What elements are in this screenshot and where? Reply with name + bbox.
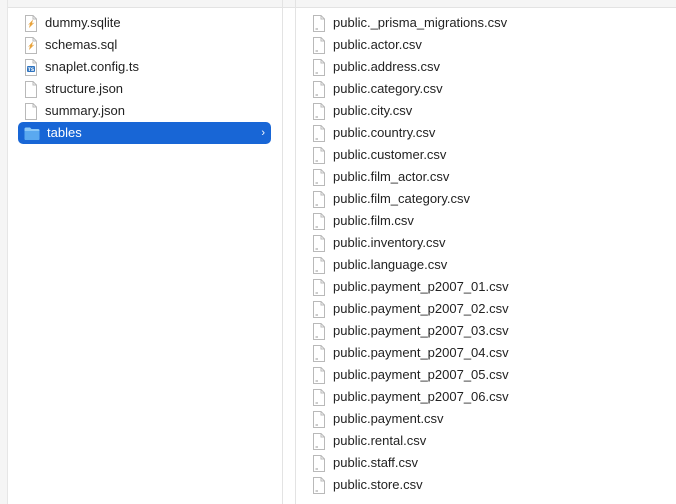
csv-file-icon bbox=[312, 278, 326, 296]
csv-file-row[interactable]: public.city.csv bbox=[306, 100, 666, 122]
csv-file-row[interactable]: public.country.csv bbox=[306, 122, 666, 144]
csv-file-icon bbox=[312, 454, 326, 472]
csv-file-row[interactable]: public.film_category.csv bbox=[306, 188, 666, 210]
sqlite-file-icon bbox=[24, 14, 38, 32]
file-name: summary.json bbox=[45, 103, 125, 118]
csv-file-icon bbox=[312, 388, 326, 406]
file-name: public.payment_p2007_03.csv bbox=[333, 323, 509, 338]
csv-file-row[interactable]: public.staff.csv bbox=[306, 452, 666, 474]
csv-file-row[interactable]: public.address.csv bbox=[306, 56, 666, 78]
csv-file-icon bbox=[312, 476, 326, 494]
typescript-file-icon: TS bbox=[24, 58, 38, 76]
document-icon bbox=[24, 80, 38, 98]
csv-file-row[interactable]: public.category.csv bbox=[306, 78, 666, 100]
file-row-snaplet-config[interactable]: TS snaplet.config.ts bbox=[18, 56, 271, 78]
file-name: public.payment_p2007_06.csv bbox=[333, 389, 509, 404]
csv-file-row[interactable]: public.store.csv bbox=[306, 474, 666, 496]
file-name: public.country.csv bbox=[333, 125, 436, 140]
csv-file-row[interactable]: public.actor.csv bbox=[306, 34, 666, 56]
csv-file-icon bbox=[312, 36, 326, 54]
csv-file-icon bbox=[312, 410, 326, 428]
file-name: schemas.sql bbox=[45, 37, 118, 52]
csv-file-icon bbox=[312, 344, 326, 362]
parent-folder-column: dummy.sqlite schemas.sql TS snaplet.conf… bbox=[18, 12, 271, 144]
file-name: public.customer.csv bbox=[333, 147, 447, 162]
csv-file-icon bbox=[312, 14, 326, 32]
file-row-schemas-sql[interactable]: schemas.sql bbox=[18, 34, 271, 56]
csv-file-icon bbox=[312, 322, 326, 340]
csv-file-row[interactable]: public.language.csv bbox=[306, 254, 666, 276]
file-name: public.actor.csv bbox=[333, 37, 422, 52]
csv-file-icon bbox=[312, 256, 326, 274]
file-name: public.city.csv bbox=[333, 103, 413, 118]
file-name: public.address.csv bbox=[333, 59, 440, 74]
chevron-right-icon: › bbox=[261, 127, 265, 139]
sidebar-edge bbox=[0, 0, 8, 504]
file-name: public.category.csv bbox=[333, 81, 443, 96]
csv-file-row[interactable]: public.film.csv bbox=[306, 210, 666, 232]
csv-file-row[interactable]: public._prisma_migrations.csv bbox=[306, 12, 666, 34]
csv-file-row[interactable]: public.payment_p2007_01.csv bbox=[306, 276, 666, 298]
file-name: public.payment_p2007_02.csv bbox=[333, 301, 509, 316]
csv-file-icon bbox=[312, 146, 326, 164]
file-name: dummy.sqlite bbox=[45, 15, 121, 30]
csv-file-row[interactable]: public.payment_p2007_05.csv bbox=[306, 364, 666, 386]
file-name: public.film_category.csv bbox=[333, 191, 471, 206]
file-name: snaplet.config.ts bbox=[45, 59, 139, 74]
csv-file-icon bbox=[312, 366, 326, 384]
csv-file-row[interactable]: public.payment_p2007_04.csv bbox=[306, 342, 666, 364]
folder-row-tables[interactable]: tables › bbox=[18, 122, 271, 144]
csv-file-row[interactable]: public.rental.csv bbox=[306, 430, 666, 452]
file-name: structure.json bbox=[45, 81, 124, 96]
folder-name: tables bbox=[47, 125, 82, 140]
csv-file-row[interactable]: public.inventory.csv bbox=[306, 232, 666, 254]
file-name: public.staff.csv bbox=[333, 455, 419, 470]
csv-file-icon bbox=[312, 300, 326, 318]
file-name: public.inventory.csv bbox=[333, 235, 446, 250]
folder-icon bbox=[24, 125, 40, 142]
csv-file-icon bbox=[312, 190, 326, 208]
csv-file-row[interactable]: public.film_actor.csv bbox=[306, 166, 666, 188]
file-name: public.film.csv bbox=[333, 213, 414, 228]
file-name: public._prisma_migrations.csv bbox=[333, 15, 508, 30]
csv-file-icon bbox=[312, 80, 326, 98]
column-divider[interactable] bbox=[282, 0, 283, 504]
file-row-dummy-sqlite[interactable]: dummy.sqlite bbox=[18, 12, 271, 34]
toolbar-edge bbox=[0, 0, 676, 8]
csv-file-row[interactable]: public.payment_p2007_02.csv bbox=[306, 298, 666, 320]
file-name: public.rental.csv bbox=[333, 433, 427, 448]
folder-contents-column: public._prisma_migrations.csv public.acto… bbox=[306, 12, 666, 496]
csv-file-icon bbox=[312, 168, 326, 186]
file-name: public.film_actor.csv bbox=[333, 169, 450, 184]
csv-file-row[interactable]: public.payment_p2007_06.csv bbox=[306, 386, 666, 408]
file-name: public.language.csv bbox=[333, 257, 448, 272]
column-divider[interactable] bbox=[295, 0, 296, 504]
csv-file-icon bbox=[312, 432, 326, 450]
file-row-structure-json[interactable]: structure.json bbox=[18, 78, 271, 100]
file-name: public.payment_p2007_04.csv bbox=[333, 345, 509, 360]
file-name: public.payment_p2007_05.csv bbox=[333, 367, 509, 382]
csv-file-icon bbox=[312, 124, 326, 142]
csv-file-icon bbox=[312, 58, 326, 76]
file-name: public.payment_p2007_01.csv bbox=[333, 279, 509, 294]
csv-file-row[interactable]: public.payment.csv bbox=[306, 408, 666, 430]
svg-text:TS: TS bbox=[28, 66, 34, 72]
csv-file-row[interactable]: public.customer.csv bbox=[306, 144, 666, 166]
csv-file-icon bbox=[312, 212, 326, 230]
file-name: public.store.csv bbox=[333, 477, 423, 492]
file-name: public.payment.csv bbox=[333, 411, 444, 426]
csv-file-icon bbox=[312, 102, 326, 120]
file-row-summary-json[interactable]: summary.json bbox=[18, 100, 271, 122]
csv-file-row[interactable]: public.payment_p2007_03.csv bbox=[306, 320, 666, 342]
finder-window: dummy.sqlite schemas.sql TS snaplet.conf… bbox=[0, 0, 676, 504]
sql-file-icon bbox=[24, 36, 38, 54]
document-icon bbox=[24, 102, 38, 120]
csv-file-icon bbox=[312, 234, 326, 252]
